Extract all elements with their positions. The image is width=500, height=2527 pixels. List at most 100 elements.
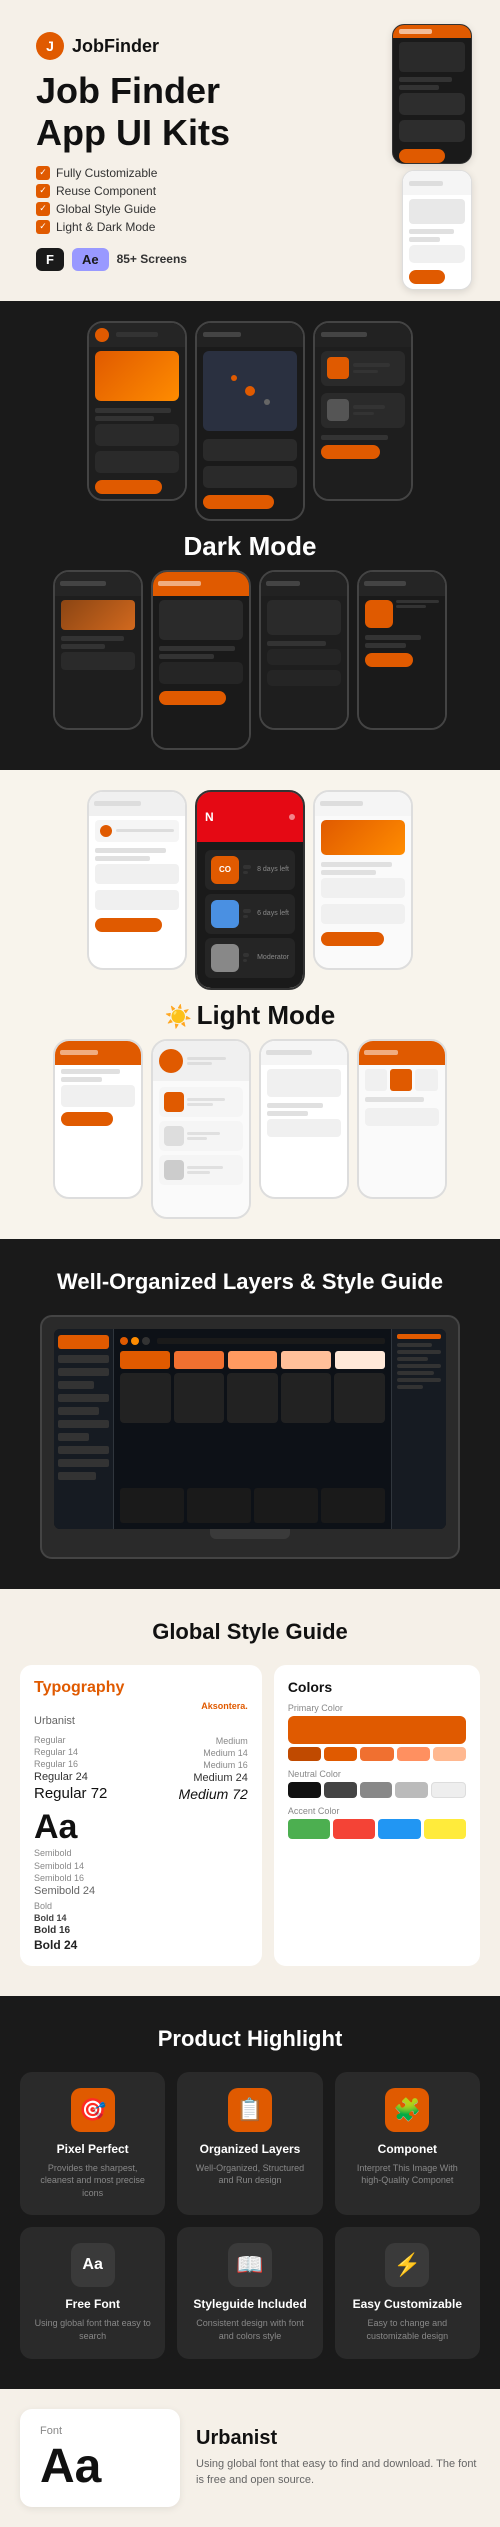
figma-badge: F bbox=[36, 248, 64, 271]
neutral-3 bbox=[360, 1782, 393, 1798]
primary-shade-3 bbox=[360, 1747, 393, 1761]
accent-red bbox=[333, 1819, 375, 1839]
logo-icon: J bbox=[36, 32, 64, 60]
check-icon-2: ✓ bbox=[36, 184, 50, 198]
font-preview-label: Font bbox=[40, 2425, 160, 2437]
highlight-icon-3: 🧩 bbox=[385, 2088, 429, 2132]
colors-title: Colors bbox=[288, 1679, 466, 1695]
light-phone-7 bbox=[357, 1039, 447, 1199]
header-section: J JobFinder Job Finder App UI Kits ✓ Ful… bbox=[0, 0, 500, 301]
highlight-icon-1: 🎯 bbox=[71, 2088, 115, 2132]
light-phone-2: N CO 8 days left bbox=[195, 790, 305, 990]
header-phone-dark bbox=[392, 24, 472, 164]
highlight-title-1: Pixel Perfect bbox=[32, 2142, 153, 2156]
check-icon-4: ✓ bbox=[36, 220, 50, 234]
primary-color-group: Primary Color bbox=[288, 1703, 466, 1761]
highlight-desc-1: Provides the sharpest, cleanest and most… bbox=[32, 2162, 153, 2200]
light-mode-label: Light Mode bbox=[197, 1000, 336, 1030]
check-icon-1: ✓ bbox=[36, 166, 50, 180]
neutral-color-group: Neutral Color bbox=[288, 1769, 466, 1798]
primary-shade-1 bbox=[288, 1747, 321, 1761]
highlight-title-2: Organized Layers bbox=[189, 2142, 310, 2156]
font-preview-aa: Aa bbox=[40, 2443, 160, 2491]
light-phone-4 bbox=[53, 1039, 143, 1199]
style-guide-banner-title: Well-Organized Layers & Style Guide bbox=[20, 1269, 480, 1295]
colors-card: Colors Primary Color Neutral Color bbox=[274, 1665, 480, 1966]
feature-1: ✓ Fully Customizable bbox=[36, 166, 300, 180]
laptop-sidebar bbox=[54, 1329, 114, 1529]
global-style-title: Global Style Guide bbox=[20, 1619, 480, 1645]
highlight-card-3: 🧩 Componet Interpret This Image With hig… bbox=[335, 2072, 480, 2216]
light-phone-1 bbox=[87, 790, 187, 970]
product-highlight-title: Product Highlight bbox=[20, 2026, 480, 2052]
feature-4: ✓ Light & Dark Mode bbox=[36, 220, 300, 234]
highlight-icon-4: Aa bbox=[71, 2243, 115, 2287]
features-list: ✓ Fully Customizable ✓ Reuse Component ✓… bbox=[36, 166, 300, 234]
regular-label: Regular bbox=[34, 1735, 107, 1745]
highlight-card-1: 🎯 Pixel Perfect Provides the sharpest, c… bbox=[20, 2072, 165, 2216]
medium-72: Medium 72 bbox=[179, 1786, 248, 1802]
neutral-1 bbox=[288, 1782, 321, 1798]
typography-title: Typography bbox=[34, 1679, 248, 1697]
logo-text: JobFinder bbox=[72, 36, 159, 57]
ae-badge: Ae bbox=[72, 248, 109, 271]
dark-phone-6 bbox=[259, 570, 349, 730]
laptop-stand bbox=[210, 1529, 290, 1539]
hero-title-line2: App UI Kits bbox=[36, 114, 300, 152]
style-guide-banner: Well-Organized Layers & Style Guide bbox=[0, 1239, 500, 1589]
neutral-color-label: Neutral Color bbox=[288, 1769, 466, 1779]
light-phone-6 bbox=[259, 1039, 349, 1199]
dark-phone-1 bbox=[87, 321, 187, 501]
hero-title-line1: Job Finder bbox=[36, 72, 300, 110]
semibold-label: Semibold bbox=[34, 1848, 248, 1858]
neutral-2 bbox=[324, 1782, 357, 1798]
dark-phone-5 bbox=[151, 570, 251, 750]
primary-shade-4 bbox=[397, 1747, 430, 1761]
highlight-card-5: 📖 Styleguide Included Consistent design … bbox=[177, 2227, 322, 2358]
dark-phone-4 bbox=[53, 570, 143, 730]
screens-count: 85+ Screens bbox=[117, 252, 187, 266]
highlight-card-2: 📋 Organized Layers Well-Organized, Struc… bbox=[177, 2072, 322, 2216]
light-phone-5 bbox=[151, 1039, 251, 1219]
medium-label: Medium bbox=[179, 1736, 248, 1746]
accent-blue bbox=[378, 1819, 420, 1839]
dark-section: Dark Mode bbox=[0, 301, 500, 770]
highlight-desc-6: Easy to change and customizable design bbox=[347, 2317, 468, 2342]
bold-label: Bold bbox=[34, 1901, 248, 1911]
font-description-text: Using global font that easy to find and … bbox=[196, 2456, 480, 2489]
dark-phone-2 bbox=[195, 321, 305, 521]
primary-color-label: Primary Color bbox=[288, 1703, 466, 1713]
laptop-main-content bbox=[114, 1329, 391, 1529]
highlight-title-6: Easy Customizable bbox=[347, 2297, 468, 2311]
product-highlight-section: Product Highlight 🎯 Pixel Perfect Provid… bbox=[0, 1996, 500, 2389]
font-section: Font Aa Urbanist Using global font that … bbox=[0, 2389, 500, 2527]
primary-shade-5 bbox=[433, 1747, 466, 1761]
laptop-screen bbox=[54, 1329, 446, 1529]
global-style-section: Global Style Guide Typography Aksontera.… bbox=[0, 1589, 500, 1996]
highlight-icon-6: ⚡ bbox=[385, 2243, 429, 2287]
light-phone-3 bbox=[313, 790, 413, 970]
style-guide-cards: Typography Aksontera. Urbanist Regular R… bbox=[20, 1665, 480, 1966]
accent-color-label: Accent Color bbox=[288, 1806, 466, 1816]
primary-color-main bbox=[288, 1716, 466, 1744]
highlight-grid: 🎯 Pixel Perfect Provides the sharpest, c… bbox=[20, 2072, 480, 2359]
highlight-icon-5: 📖 bbox=[228, 2243, 272, 2287]
highlight-card-6: ⚡ Easy Customizable Easy to change and c… bbox=[335, 2227, 480, 2358]
hero-phones bbox=[300, 16, 480, 301]
dark-mode-label: Dark Mode bbox=[16, 531, 484, 562]
primary-shade-2 bbox=[324, 1747, 357, 1761]
typography-card: Typography Aksontera. Urbanist Regular R… bbox=[20, 1665, 262, 1966]
neutral-4 bbox=[395, 1782, 428, 1798]
light-mode-label-row: ☀️ Light Mode bbox=[16, 1000, 484, 1031]
highlight-desc-2: Well-Organized, Structured and Run desig… bbox=[189, 2162, 310, 2187]
check-icon-3: ✓ bbox=[36, 202, 50, 216]
brand-label: Aksontera. bbox=[34, 1701, 248, 1711]
highlight-title-4: Free Font bbox=[32, 2297, 153, 2311]
dark-phone-7 bbox=[357, 570, 447, 730]
laptop-mockup bbox=[40, 1315, 460, 1559]
light-section: N CO 8 days left bbox=[0, 770, 500, 1239]
laptop-base bbox=[180, 1539, 320, 1545]
accent-color-group: Accent Color bbox=[288, 1806, 466, 1839]
logo-row: J JobFinder bbox=[36, 32, 300, 60]
highlight-title-3: Componet bbox=[347, 2142, 468, 2156]
